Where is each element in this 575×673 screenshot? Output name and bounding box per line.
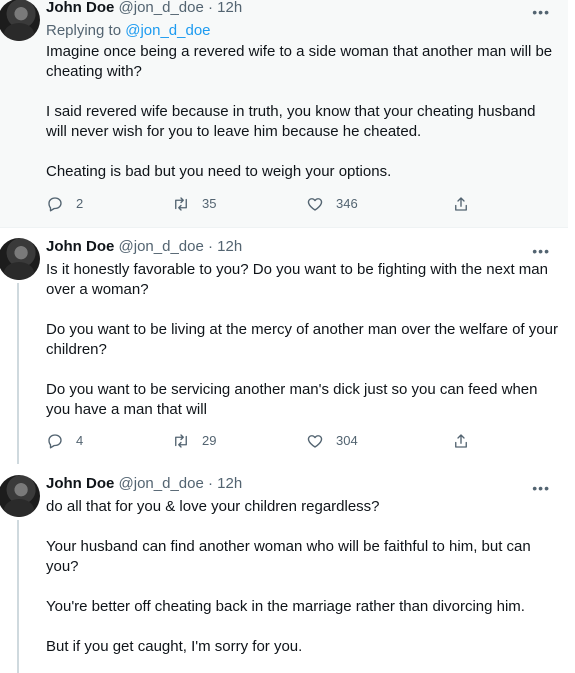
tweet-2[interactable]: John Doe @jon_d_doe · 12h ••• Is it hone… <box>0 227 568 464</box>
tweet-3[interactable]: John Doe @jon_d_doe · 12h ••• do all tha… <box>0 464 568 673</box>
tweet-actions: 2 35 346 <box>46 195 486 215</box>
tweet-paragraph: Imagine once being a revered wife to a s… <box>46 43 553 80</box>
thread-line <box>17 520 19 673</box>
tweet-header: John Doe @jon_d_doe · 12h <box>46 0 242 18</box>
retweet-button[interactable]: 29 <box>172 432 216 450</box>
share-icon <box>455 197 467 211</box>
like-count: 304 <box>336 433 358 448</box>
author-handle[interactable]: @jon_d_doe <box>119 238 204 255</box>
retweet-count: 29 <box>202 433 217 448</box>
retweet-button[interactable]: 35 <box>172 195 216 213</box>
tweet-paragraph: Your husband can find another woman who … <box>46 538 531 575</box>
tweet-paragraph: I said revered wife because in truth, yo… <box>46 103 536 140</box>
like-button[interactable]: 346 <box>306 195 358 213</box>
share-icon <box>455 434 467 448</box>
tweet-1[interactable]: John Doe @jon_d_doe · 12h ••• Replying t… <box>0 0 568 227</box>
timestamp[interactable]: · 12h <box>208 0 242 16</box>
replying-to: Replying to @jon_d_doe <box>46 21 211 41</box>
tweet-text: Is it honestly favorable to you? Do you … <box>46 260 558 420</box>
share-button[interactable] <box>452 432 482 450</box>
retweet-icon <box>175 434 187 448</box>
author-handle[interactable]: @jon_d_doe <box>119 0 204 16</box>
reply-button[interactable]: 4 <box>46 432 83 450</box>
tweet-paragraph: Is it honestly favorable to you? Do you … <box>46 261 548 298</box>
tweet-paragraph: You're better off cheating back in the m… <box>46 598 525 615</box>
author-name[interactable]: John Doe <box>46 475 114 492</box>
thread-line <box>17 283 19 464</box>
tweet-paragraph: do all that for you & love your children… <box>46 498 380 515</box>
tweet-actions: 4 29 304 <box>46 432 486 452</box>
reply-icon <box>48 197 62 212</box>
timestamp[interactable]: · 12h <box>208 475 242 492</box>
retweet-count: 35 <box>202 196 217 211</box>
replying-to-label: Replying to <box>46 22 126 39</box>
reply-icon <box>48 434 62 449</box>
replying-to-handle[interactable]: @jon_d_doe <box>125 22 210 39</box>
timestamp[interactable]: · 12h <box>208 238 242 255</box>
tweet-paragraph: Do you want to be living at the mercy of… <box>46 321 558 358</box>
tweet-paragraph: Do you want to be servicing another man'… <box>46 381 538 418</box>
more-icon[interactable]: ••• <box>532 481 550 495</box>
reply-button[interactable]: 2 <box>46 195 83 213</box>
avatar[interactable] <box>0 238 40 280</box>
tweet-text: do all that for you & love your children… <box>46 497 558 657</box>
more-icon[interactable]: ••• <box>532 244 550 258</box>
tweet-header: John Doe @jon_d_doe · 12h <box>46 237 242 257</box>
tweet-text: Imagine once being a revered wife to a s… <box>46 42 558 182</box>
tweet-header: John Doe @jon_d_doe · 12h <box>46 474 242 494</box>
share-button[interactable] <box>452 195 482 213</box>
like-icon <box>307 435 323 448</box>
author-name[interactable]: John Doe <box>46 0 114 16</box>
avatar[interactable] <box>0 475 40 517</box>
like-icon <box>307 198 323 211</box>
avatar[interactable] <box>0 0 40 41</box>
more-icon[interactable]: ••• <box>532 5 550 19</box>
tweet-paragraph: But if you get caught, I'm sorry for you… <box>46 638 303 655</box>
like-button[interactable]: 304 <box>306 432 358 450</box>
author-name[interactable]: John Doe <box>46 238 114 255</box>
retweet-icon <box>175 197 187 211</box>
tweet-paragraph: Cheating is bad but you need to weigh yo… <box>46 163 392 180</box>
like-count: 346 <box>336 196 358 211</box>
reply-count: 4 <box>76 433 84 448</box>
author-handle[interactable]: @jon_d_doe <box>119 475 204 492</box>
reply-count: 2 <box>76 196 84 211</box>
